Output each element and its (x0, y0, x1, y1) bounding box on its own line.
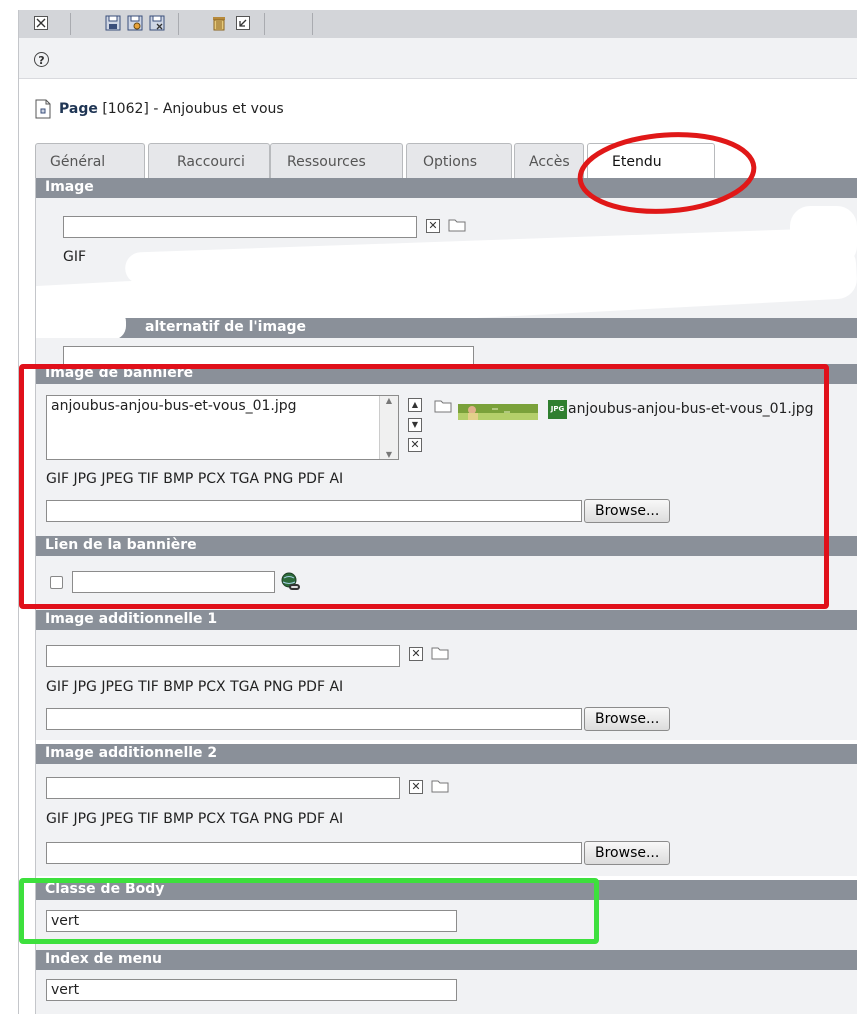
extra-image-2-formats: GIF JPG JPEG TIF BMP PCX TGA PNG PDF AI (46, 811, 344, 827)
tab-label: Options (423, 154, 478, 170)
tab-raccourci[interactable]: Raccourci (148, 143, 270, 178)
page-id: [1062] (102, 101, 149, 117)
extra-image-1-file-input[interactable] (46, 645, 400, 667)
save-close-icon[interactable] (148, 14, 166, 32)
tab-label: Raccourci (177, 154, 245, 170)
redaction-overlay (790, 206, 857, 266)
tab-acces[interactable]: Accès (514, 143, 584, 178)
annotation-box-body-class (19, 878, 599, 944)
page-title: Page [1062] - Anjoubus et vous (33, 98, 284, 120)
save-icon[interactable] (104, 14, 122, 32)
alt-section-header: alternatif de l'image (35, 318, 857, 338)
menu-index-input[interactable] (46, 979, 457, 1001)
save-view-icon[interactable] (126, 14, 144, 32)
toolbar-separator (178, 13, 179, 35)
page-label: Page (59, 101, 98, 117)
page-document-icon (35, 99, 51, 119)
extra-image-2-browse-button[interactable]: Browse... (584, 841, 671, 865)
clear-icon[interactable]: ✕ (409, 647, 423, 661)
help-icon[interactable]: ? (34, 52, 49, 67)
image-file-input[interactable] (63, 216, 417, 238)
clear-icon[interactable]: ✕ (409, 780, 423, 794)
delete-icon[interactable] (210, 14, 228, 32)
extra-image-1-formats: GIF JPG JPEG TIF BMP PCX TGA PNG PDF AI (46, 679, 344, 695)
tab-ressources[interactable]: Ressources (270, 143, 403, 178)
extra-image-2-section-header: Image additionnelle 2 (35, 744, 857, 764)
tab-label: Général (50, 154, 106, 170)
tab-label: Ressources (287, 154, 366, 170)
folder-icon[interactable] (447, 217, 467, 233)
clear-icon[interactable]: ✕ (426, 219, 440, 233)
extra-image-1-browse-button[interactable]: Browse... (584, 707, 671, 731)
annotation-circle (577, 132, 757, 214)
toolbar (18, 10, 857, 39)
undo-icon[interactable] (234, 14, 252, 32)
extra-image-2-upload-input[interactable] (46, 842, 582, 864)
close-icon[interactable] (32, 14, 50, 32)
page-title-text: - Anjoubus et vous (153, 101, 284, 117)
extra-image-1-section-header: Image additionnelle 1 (35, 610, 857, 630)
extra-image-2-file-input[interactable] (46, 777, 400, 799)
folder-icon[interactable] (430, 645, 450, 661)
tab-general[interactable]: Général (35, 143, 145, 178)
annotation-box-banner (19, 364, 829, 609)
image-formats: GIF (63, 249, 87, 265)
folder-icon[interactable] (430, 778, 450, 794)
alt-text-input[interactable] (63, 346, 474, 364)
help-bar (18, 38, 857, 79)
toolbar-separator (264, 13, 265, 35)
toolbar-separator (312, 13, 313, 35)
toolbar-separator (70, 13, 71, 35)
tab-label: Accès (529, 154, 570, 170)
tab-options[interactable]: Options (406, 143, 512, 178)
menu-index-section-header: Index de menu (35, 950, 857, 970)
extra-image-1-upload-input[interactable] (46, 708, 582, 730)
